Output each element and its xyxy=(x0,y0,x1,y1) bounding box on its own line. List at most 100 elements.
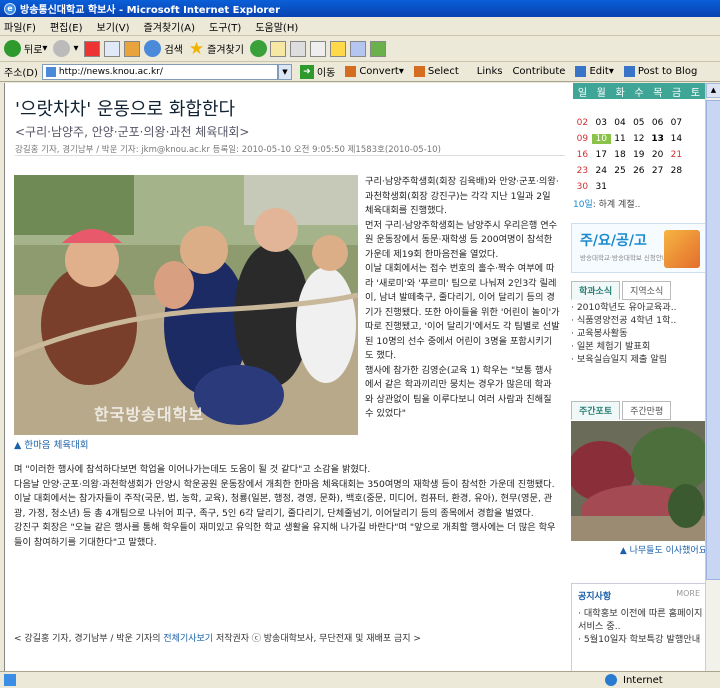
messenger-icon[interactable] xyxy=(369,40,386,57)
calendar-day[interactable]: 26 xyxy=(629,166,648,176)
discuss-icon[interactable] xyxy=(329,40,346,57)
calendar-day[interactable]: 23 xyxy=(573,166,592,176)
paragraph: 먼저 구리·남양주학생회는 남양주시 우리은행 연수원 운동장에서 동문·재학생… xyxy=(365,219,558,260)
scroll-thumb[interactable] xyxy=(706,100,720,580)
edit-button[interactable]: Edit ▾ xyxy=(575,66,614,77)
calendar-day[interactable]: 19 xyxy=(629,150,648,160)
calendar-day[interactable]: 13 xyxy=(648,134,667,144)
calendar-day[interactable]: 25 xyxy=(611,166,630,176)
calendar-day[interactable]: 04 xyxy=(611,118,630,128)
search-button[interactable]: 검색 xyxy=(144,40,183,57)
mail-icon[interactable] xyxy=(269,40,286,57)
menu-bar: 파일(F) 편집(E) 보기(V) 즐겨찾기(A) 도구(T) 도움말(H) xyxy=(0,17,720,36)
news-tabs: 학과소식 지역소식 xyxy=(571,281,673,300)
convert-button[interactable]: Convert ▾ xyxy=(345,66,404,77)
list-item[interactable]: · 2010학년도 유아교육과.. xyxy=(571,301,707,314)
blog-icon xyxy=(623,66,635,77)
tab-weekly-cartoon[interactable]: 주간만평 xyxy=(622,401,672,420)
contribute-button[interactable]: Contribute xyxy=(512,66,565,77)
select-button[interactable]: Select xyxy=(413,66,459,77)
weekly-photo[interactable] xyxy=(571,421,707,541)
photo-watermark: 한국방송대학보 xyxy=(94,405,205,424)
history-icon[interactable] xyxy=(249,40,267,57)
tab-regional-news[interactable]: 지역소식 xyxy=(622,281,672,300)
news-list: · 2010학년도 유아교육과.. · 식품영양전공 4학년 1학.. · 교육… xyxy=(571,301,707,366)
address-input[interactable]: http://news.knou.ac.kr/ xyxy=(41,63,278,80)
all-articles-link[interactable]: 전체기사보기 xyxy=(163,634,213,644)
go-button[interactable]: ➜ 이동 xyxy=(299,64,335,79)
list-item[interactable]: · 대학홍보 이전에 따른 홈페이지 서비스 중.. xyxy=(572,607,706,633)
post-to-blog-button[interactable]: Post to Blog xyxy=(623,66,697,77)
calendar-day-today[interactable]: 10 xyxy=(591,134,611,144)
calendar-note[interactable]: 10일: 하계 계절.. xyxy=(573,197,710,210)
calendar-day[interactable]: 24 xyxy=(592,166,611,176)
standard-toolbar: 뒤로 ▾ ▾ 검색 ★ 즐겨찾기 xyxy=(0,36,720,62)
list-item[interactable]: · 보육실습일지 제출 알림 xyxy=(571,353,707,366)
edit-page-icon[interactable] xyxy=(309,40,326,57)
calendar-day[interactable]: 09 xyxy=(573,134,592,144)
links-button[interactable]: Links xyxy=(477,66,503,77)
paragraph: 이날 대회에서는 참가자들이 주작(국문, 법, 농학, 교육), 청룡(일본,… xyxy=(14,493,553,519)
list-item[interactable]: · 5월10일자 학보특강 발행안내 xyxy=(572,633,706,646)
menu-view[interactable]: 보기(V) xyxy=(97,19,130,34)
paragraph: 구리·남양주학생회(회장 김육배)와 안양·군포·의왕·과천학생회(회장 강진구… xyxy=(365,176,559,216)
calendar-day[interactable]: 14 xyxy=(667,134,686,144)
main-notice-banner[interactable]: 주/요/공/고 방송대학교·방송대학보 신청안내 xyxy=(571,223,707,273)
list-item[interactable]: · 일본 체험기 발표회 xyxy=(571,340,707,353)
search-icon xyxy=(144,40,162,57)
calendar-day[interactable]: 11 xyxy=(611,134,630,144)
page-done-icon xyxy=(4,674,16,686)
garden-photo xyxy=(571,421,707,541)
paragraph: 다음날 안양·군포·의왕·과천학생회가 안양시 학운공원 운동장에서 개최한 한… xyxy=(14,478,555,490)
article-subtitle: <구리·남양주, 안양·군포·의왕·과천 체육대회> xyxy=(15,125,250,139)
calendar-week: 16 17 18 19 20 21 xyxy=(573,147,705,163)
board-title: 공지사항 xyxy=(578,592,612,602)
menu-edit[interactable]: 편집(E) xyxy=(50,19,83,34)
address-label: 주소(D) xyxy=(4,68,38,79)
calendar-day[interactable]: 20 xyxy=(648,150,667,160)
weekly-photo-caption: ▲ 나무들도 이사했어요 xyxy=(619,546,707,556)
article-body: 며 "이러한 행사에 참석하다보면 학업을 이어나가는데도 도움이 될 것 같다… xyxy=(14,463,559,550)
calendar-day[interactable]: 18 xyxy=(611,150,630,160)
research-icon[interactable] xyxy=(349,40,366,57)
tug-of-war-photo xyxy=(14,175,358,435)
calendar-day[interactable]: 06 xyxy=(648,118,667,128)
tab-department-news[interactable]: 학과소식 xyxy=(571,281,621,300)
favorites-button[interactable]: ★ 즐겨찾기 xyxy=(189,39,244,59)
vertical-scrollbar[interactable]: ▲ xyxy=(705,83,720,671)
scroll-up-arrow-icon[interactable]: ▲ xyxy=(706,83,720,98)
sidebar: 일 월 화 수 목 금 토 02 03 04 05 06 07 09 10 11… xyxy=(565,83,710,671)
more-link[interactable]: MORE xyxy=(676,589,700,602)
calendar-day[interactable]: 16 xyxy=(573,150,592,160)
calendar-day[interactable]: 27 xyxy=(648,166,667,176)
calendar-day[interactable]: 28 xyxy=(667,166,686,176)
menu-tools[interactable]: 도구(T) xyxy=(209,19,241,34)
stop-icon[interactable] xyxy=(84,40,101,57)
print-icon[interactable] xyxy=(289,40,306,57)
forward-arrow-icon xyxy=(53,40,71,57)
paragraph: 행사에 참가한 김영순(교육 1) 학우는 "보통 행사에서 같은 학과끼리만 … xyxy=(365,364,552,420)
calendar-day[interactable]: 02 xyxy=(573,118,592,128)
home-icon[interactable] xyxy=(124,40,141,57)
menu-file[interactable]: 파일(F) xyxy=(4,19,36,34)
calendar-day[interactable]: 30 xyxy=(573,182,592,192)
menu-favorites[interactable]: 즐겨찾기(A) xyxy=(144,19,195,34)
refresh-icon[interactable] xyxy=(104,40,121,57)
calendar-day[interactable]: 07 xyxy=(667,118,686,128)
list-item[interactable]: · 교육봉사활동 xyxy=(571,327,707,340)
calendar-day[interactable]: 03 xyxy=(592,118,611,128)
notice-illustration-icon xyxy=(664,230,700,268)
tab-weekly-photo[interactable]: 주간포토 xyxy=(571,401,621,420)
calendar-day[interactable]: 05 xyxy=(629,118,648,128)
address-dropdown[interactable]: ▼ xyxy=(277,63,292,80)
back-button[interactable]: 뒤로 ▾ xyxy=(4,40,47,57)
calendar-day[interactable]: 21 xyxy=(667,150,686,160)
address-bar: 주소(D) http://news.knou.ac.kr/ ▼ ➜ 이동 Con… xyxy=(0,62,720,82)
calendar-day[interactable]: 17 xyxy=(592,150,611,160)
list-item[interactable]: · 식품영양전공 4학년 1학.. xyxy=(571,314,707,327)
menu-help[interactable]: 도움말(H) xyxy=(255,19,298,34)
notice-board: 공지사항 MORE · 대학홍보 이전에 따른 홈페이지 서비스 중.. · 5… xyxy=(571,583,707,671)
calendar-day[interactable]: 31 xyxy=(592,182,611,192)
forward-button[interactable]: ▾ xyxy=(53,40,78,57)
calendar-day[interactable]: 12 xyxy=(629,134,648,144)
